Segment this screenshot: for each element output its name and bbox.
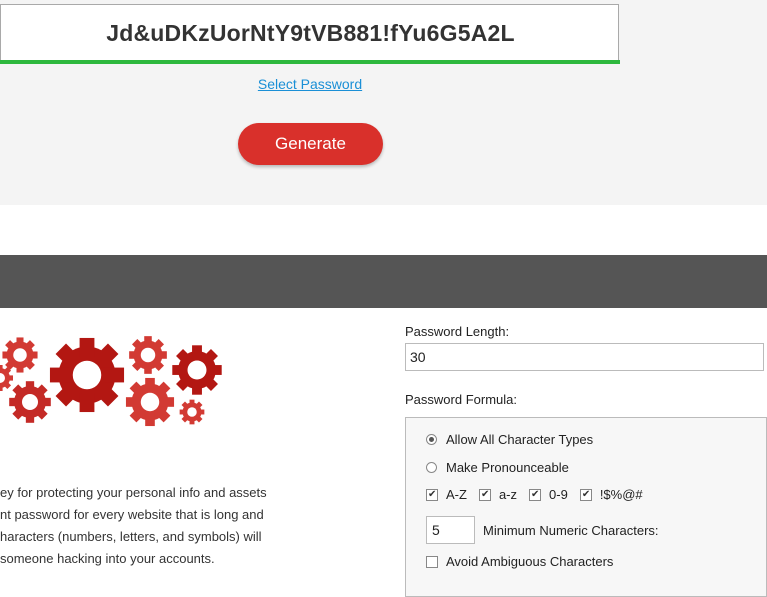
checkbox-digits[interactable] — [529, 488, 542, 501]
option-label: 0-9 — [549, 487, 568, 502]
generator-panel: Jd&uDKzUorNtY9tVB881!fYu6G5A2L Select Pa… — [0, 0, 767, 205]
radio-allow-all[interactable] — [426, 434, 437, 445]
password-length-input[interactable]: 30 — [405, 343, 764, 371]
option-symbols[interactable]: !$%@# — [579, 487, 643, 502]
checkbox-avoid-ambiguous[interactable] — [426, 555, 438, 568]
section-header-band — [0, 255, 767, 308]
password-display[interactable]: Jd&uDKzUorNtY9tVB881!fYu6G5A2L — [0, 4, 619, 60]
option-label: a-z — [498, 487, 518, 502]
description-line: ey for protecting your personal info and… — [0, 485, 267, 500]
strength-bar — [0, 60, 620, 64]
option-lower[interactable]: a-z — [478, 487, 518, 502]
option-min-numeric: 5 Minimum Numeric Characters: — [426, 516, 659, 544]
description-text: ey for protecting your personal info and… — [0, 482, 300, 570]
checkbox-lower[interactable] — [478, 488, 491, 501]
option-pronounceable[interactable]: Make Pronounceable — [426, 460, 569, 475]
password-formula-label: Password Formula: — [405, 392, 517, 407]
description-line: someone hacking into your accounts. — [0, 551, 215, 566]
description-line: nt password for every website that is lo… — [0, 507, 264, 522]
radio-pronounceable[interactable] — [426, 462, 437, 473]
select-password-link[interactable]: Select Password — [0, 76, 620, 92]
generated-password[interactable]: Jd&uDKzUorNtY9tVB881!fYu6G5A2L — [1, 5, 620, 61]
option-label: Allow All Character Types — [446, 432, 594, 447]
option-digits[interactable]: 0-9 — [529, 487, 568, 502]
option-avoid-ambiguous[interactable]: Avoid Ambiguous Characters — [426, 554, 613, 569]
min-numeric-input[interactable]: 5 — [426, 516, 475, 544]
description-line: haracters (numbers, letters, and symbols… — [0, 529, 262, 544]
option-label: Make Pronounceable — [446, 460, 569, 475]
option-label: Minimum Numeric Characters: — [483, 522, 659, 538]
checkbox-symbols[interactable] — [579, 488, 592, 501]
option-allow-all[interactable]: Allow All Character Types — [426, 432, 593, 447]
option-label: A-Z — [446, 487, 467, 502]
checkbox-upper[interactable] — [426, 488, 438, 501]
generate-button[interactable]: Generate — [238, 123, 383, 165]
option-upper[interactable]: A-Z — [426, 487, 467, 502]
password-length-label: Password Length: — [405, 324, 510, 339]
option-label: !$%@# — [599, 487, 643, 502]
gears-icon — [0, 336, 222, 427]
character-type-checkboxes: A-Z a-z 0-9 !$%@# — [426, 487, 655, 502]
option-label: Avoid Ambiguous Characters — [446, 554, 614, 569]
